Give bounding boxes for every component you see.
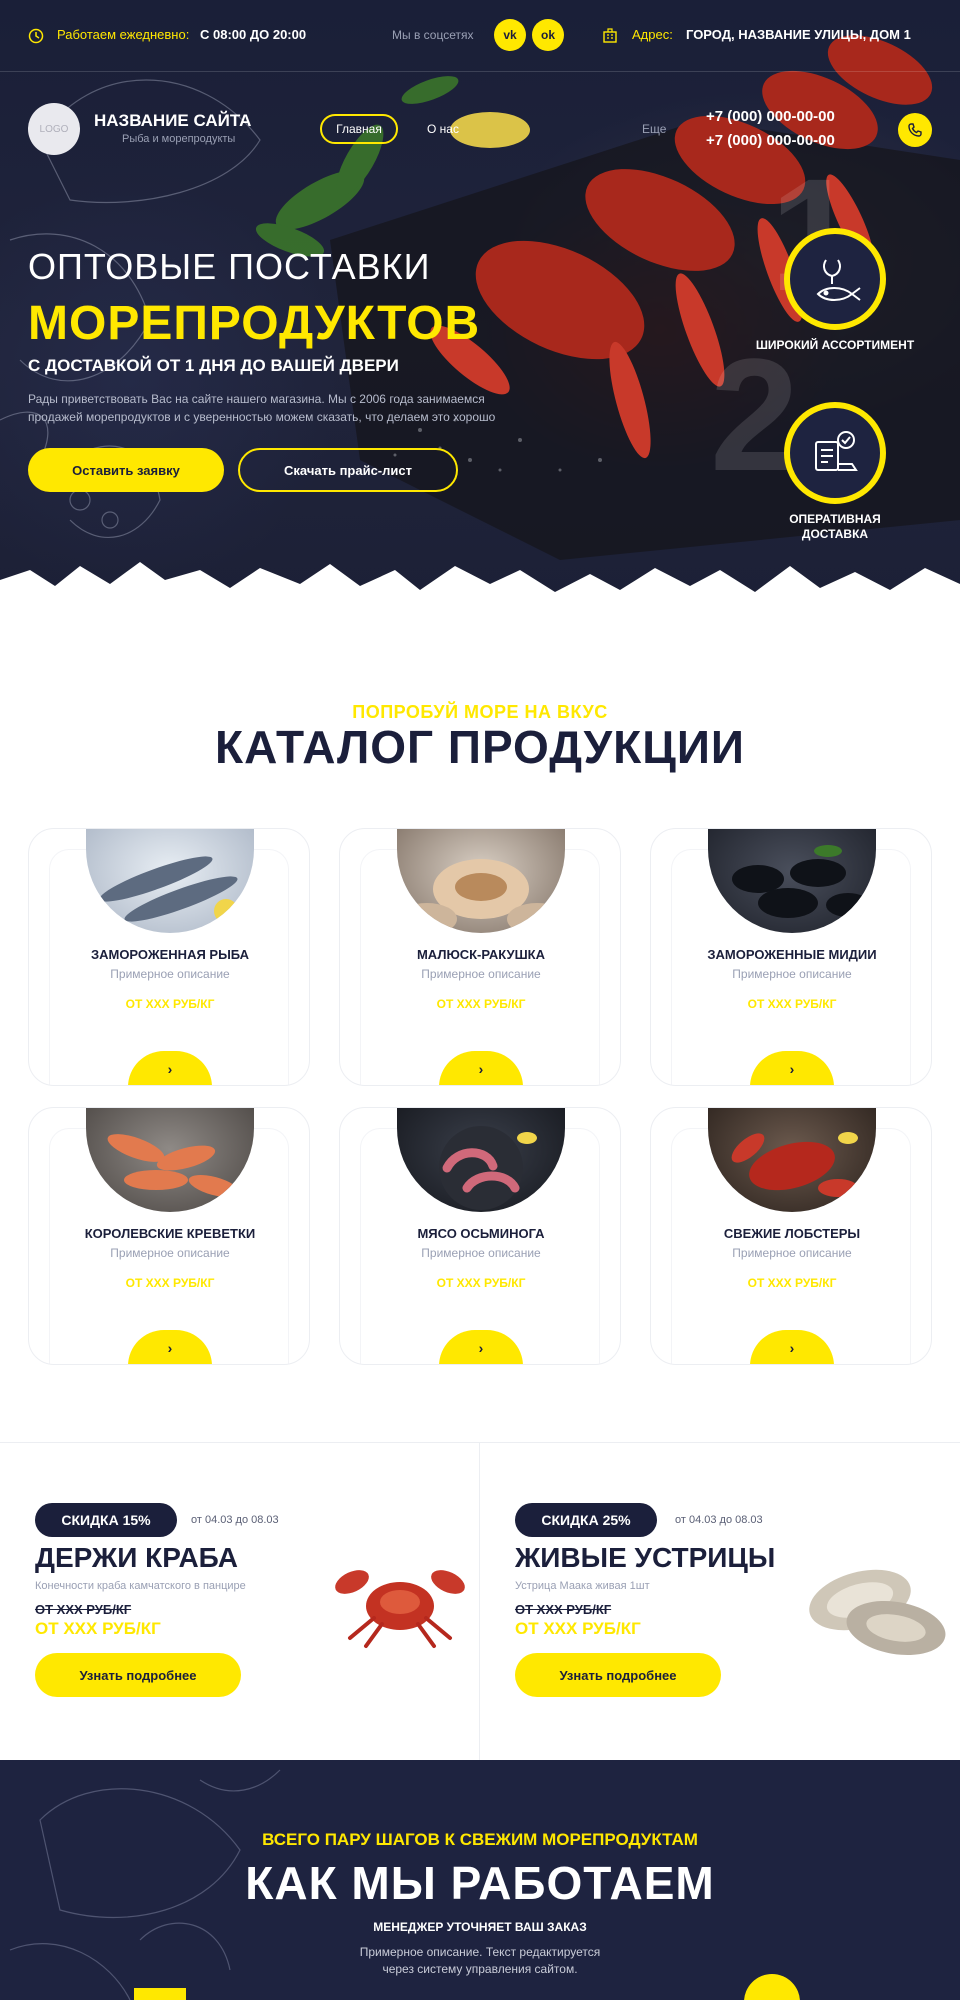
discount-badge: СКИДКА 25% <box>515 1503 657 1537</box>
chevron-right-icon: › <box>789 1340 795 1356</box>
product-card[interactable]: СВЕЖИЕ ЛОБСТЕРЫ Примерное описание ОТ XX… <box>650 1107 932 1365</box>
product-name[interactable]: ЗАМОРОЖЕННАЯ РЫБА <box>29 947 309 962</box>
ok-button[interactable]: ok <box>532 19 564 51</box>
nav-item-about[interactable]: О нас <box>427 122 459 136</box>
product-price: ОТ XXX РУБ/КГ <box>436 1276 526 1290</box>
feature-assortment-label: ШИРОКИЙ АССОРТИМЕНТ <box>755 338 915 352</box>
promo-details-button[interactable]: Узнать подробнее <box>515 1653 721 1697</box>
chevron-right-icon: › <box>478 1061 484 1077</box>
promo-new-price: ОТ XXX РУБ/КГ <box>35 1619 161 1638</box>
catalog-title: КАТАЛОГ ПРОДУКЦИИ <box>215 721 745 773</box>
hero-title-line3: С ДОСТАВКОЙ ОТ 1 ДНЯ ДО ВАШЕЙ ДВЕРИ <box>28 356 399 375</box>
product-desc: Примерное описание <box>732 967 852 981</box>
product-desc: Примерное описание <box>421 1246 541 1260</box>
promo-old-price: ОТ XXX РУБ/КГ <box>35 1602 132 1617</box>
chevron-right-icon: › <box>167 1340 173 1356</box>
feature-delivery-badge <box>784 402 886 504</box>
phone-2[interactable]: +7 (000) 000-00-00 <box>706 132 835 149</box>
site-tagline: Рыба и морепродукты <box>122 133 236 145</box>
top-bar: Работаем ежедневно: С 08:00 ДО 20:00 Мы … <box>0 0 960 72</box>
social-label: Мы в соцсетях <box>392 28 474 42</box>
product-price: ОТ XXX РУБ/КГ <box>747 997 837 1011</box>
work-step-desc-line1: Примерное описание. Текст редактируется <box>359 1945 601 1959</box>
hero-title-line2: МОРЕПРОДУКТОВ <box>28 297 481 350</box>
product-name[interactable]: ЗАМОРОЖЕННЫЕ МИДИИ <box>651 947 931 962</box>
product-desc: Примерное описание <box>421 967 541 981</box>
promo-divider-middle <box>479 1442 480 1760</box>
clock-icon <box>28 28 44 44</box>
nav-item-more[interactable]: Еще <box>642 122 666 136</box>
step-marker-left <box>134 1988 186 2000</box>
vk-icon: vk <box>503 28 517 42</box>
seafood-icon <box>816 259 861 301</box>
vk-button[interactable]: vk <box>494 19 526 51</box>
product-name[interactable]: СВЕЖИЕ ЛОБСТЕРЫ <box>651 1226 931 1241</box>
product-name[interactable]: МАЛЮСК-РАКУШКА <box>340 947 620 962</box>
product-price: ОТ XXX РУБ/КГ <box>436 997 526 1011</box>
hero-desc-line1: Рады приветствовать Вас на сайте нашего … <box>28 392 485 406</box>
work-subtitle: ВСЕГО ПАРУ ШАГОВ К СВЕЖИМ МОРЕПРОДУКТАМ <box>262 1830 698 1849</box>
working-hours-label: Работаем ежедневно: <box>57 27 190 42</box>
promo-desc: Устрица Маака живая 1шт <box>515 1580 650 1592</box>
promo-new-price: ОТ XXX РУБ/КГ <box>515 1619 641 1638</box>
nav-home-label: Главная <box>336 122 382 136</box>
product-desc: Примерное описание <box>732 1246 852 1260</box>
product-card[interactable]: МАЛЮСК-РАКУШКА Примерное описание ОТ XXX… <box>339 828 621 1086</box>
feature-delivery-label: ОПЕРАТИВНАЯ ДОСТАВКА <box>789 512 881 541</box>
product-card[interactable]: КОРОЛЕВСКИЕ КРЕВЕТКИ Примерное описание … <box>28 1107 310 1365</box>
work-step-desc: Примерное описание. Текст редактируется … <box>330 1944 630 1978</box>
work-title: КАК МЫ РАБОТАЕМ <box>245 1857 715 1909</box>
how-we-work-section: ВСЕГО ПАРУ ШАГОВ К СВЕЖИМ МОРЕПРОДУКТАМ … <box>0 1760 960 2000</box>
chevron-right-icon: › <box>789 1061 795 1077</box>
hero-title-line1: ОПТОВЫЕ ПОСТАВКИ <box>28 246 431 287</box>
promo-details-button[interactable]: Узнать подробнее <box>35 1653 241 1697</box>
logo-text: LOGO <box>39 123 69 135</box>
callback-button[interactable] <box>898 113 932 147</box>
promo-divider-top <box>0 1442 960 1443</box>
address-label: Адрес: <box>632 27 673 42</box>
promo-dates: от 04.03 до 08.03 <box>675 1514 763 1526</box>
promo-dates: от 04.03 до 08.03 <box>191 1514 279 1526</box>
product-price: ОТ XXX РУБ/КГ <box>125 1276 215 1290</box>
promo-desc: Конечности краба камчатского в панцире <box>35 1580 246 1592</box>
work-step-title: МЕНЕДЖЕР УТОЧНЯЕТ ВАШ ЗАКАЗ <box>373 1920 587 1934</box>
product-price: ОТ XXX РУБ/КГ <box>125 997 215 1011</box>
product-price: ОТ XXX РУБ/КГ <box>747 1276 837 1290</box>
work-step-desc-line2: через систему управления сайтом. <box>382 1962 578 1976</box>
feature-assortment-badge <box>784 228 886 330</box>
promo-old-price: ОТ XXX РУБ/КГ <box>515 1602 612 1617</box>
phone-icon <box>908 123 922 137</box>
product-desc: Примерное описание <box>110 1246 230 1260</box>
request-button[interactable]: Оставить заявку <box>28 448 224 492</box>
promo-title: ЖИВЫЕ УСТРИЦЫ <box>515 1542 776 1573</box>
site-name[interactable]: НАЗВАНИЕ САЙТА <box>94 111 251 131</box>
product-card[interactable]: МЯСО ОСЬМИНОГА Примерное описание ОТ XXX… <box>339 1107 621 1365</box>
hero-torn-edge <box>0 562 960 620</box>
product-card[interactable]: ЗАМОРОЖЕННАЯ РЫБА Примерное описание ОТ … <box>28 828 310 1086</box>
product-name[interactable]: МЯСО ОСЬМИНОГА <box>340 1226 620 1241</box>
chevron-right-icon: › <box>167 1061 173 1077</box>
nav-item-home[interactable]: Главная <box>320 114 398 144</box>
building-icon <box>603 28 617 43</box>
working-hours-value: С 08:00 ДО 20:00 <box>200 27 307 42</box>
delivery-icon <box>815 431 858 471</box>
hero-section: 1 2 Работаем ежедневно: С 08:00 ДО 20:00… <box>0 0 960 620</box>
discount-badge: СКИДКА 15% <box>35 1503 177 1537</box>
address-value: ГОРОД, НАЗВАНИЕ УЛИЦЫ, ДОМ 1 <box>686 27 911 42</box>
chevron-right-icon: › <box>478 1340 484 1356</box>
ok-icon: ok <box>540 28 555 42</box>
oysters-image <box>809 1569 946 1656</box>
promo-title: ДЕРЖИ КРАБА <box>35 1542 238 1573</box>
download-price-button[interactable]: Скачать прайс-лист <box>238 448 458 492</box>
product-card[interactable]: ЗАМОРОЖЕННЫЕ МИДИИ Примерное описание ОТ… <box>650 828 932 1086</box>
product-name[interactable]: КОРОЛЕВСКИЕ КРЕВЕТКИ <box>29 1226 309 1241</box>
product-desc: Примерное описание <box>110 967 230 981</box>
site-logo[interactable]: LOGO <box>28 103 80 155</box>
phone-1[interactable]: +7 (000) 000-00-00 <box>706 108 835 125</box>
hero-desc-line2: продажей морепродуктов и с уверенностью … <box>28 410 496 424</box>
crab-image <box>335 1570 465 1648</box>
